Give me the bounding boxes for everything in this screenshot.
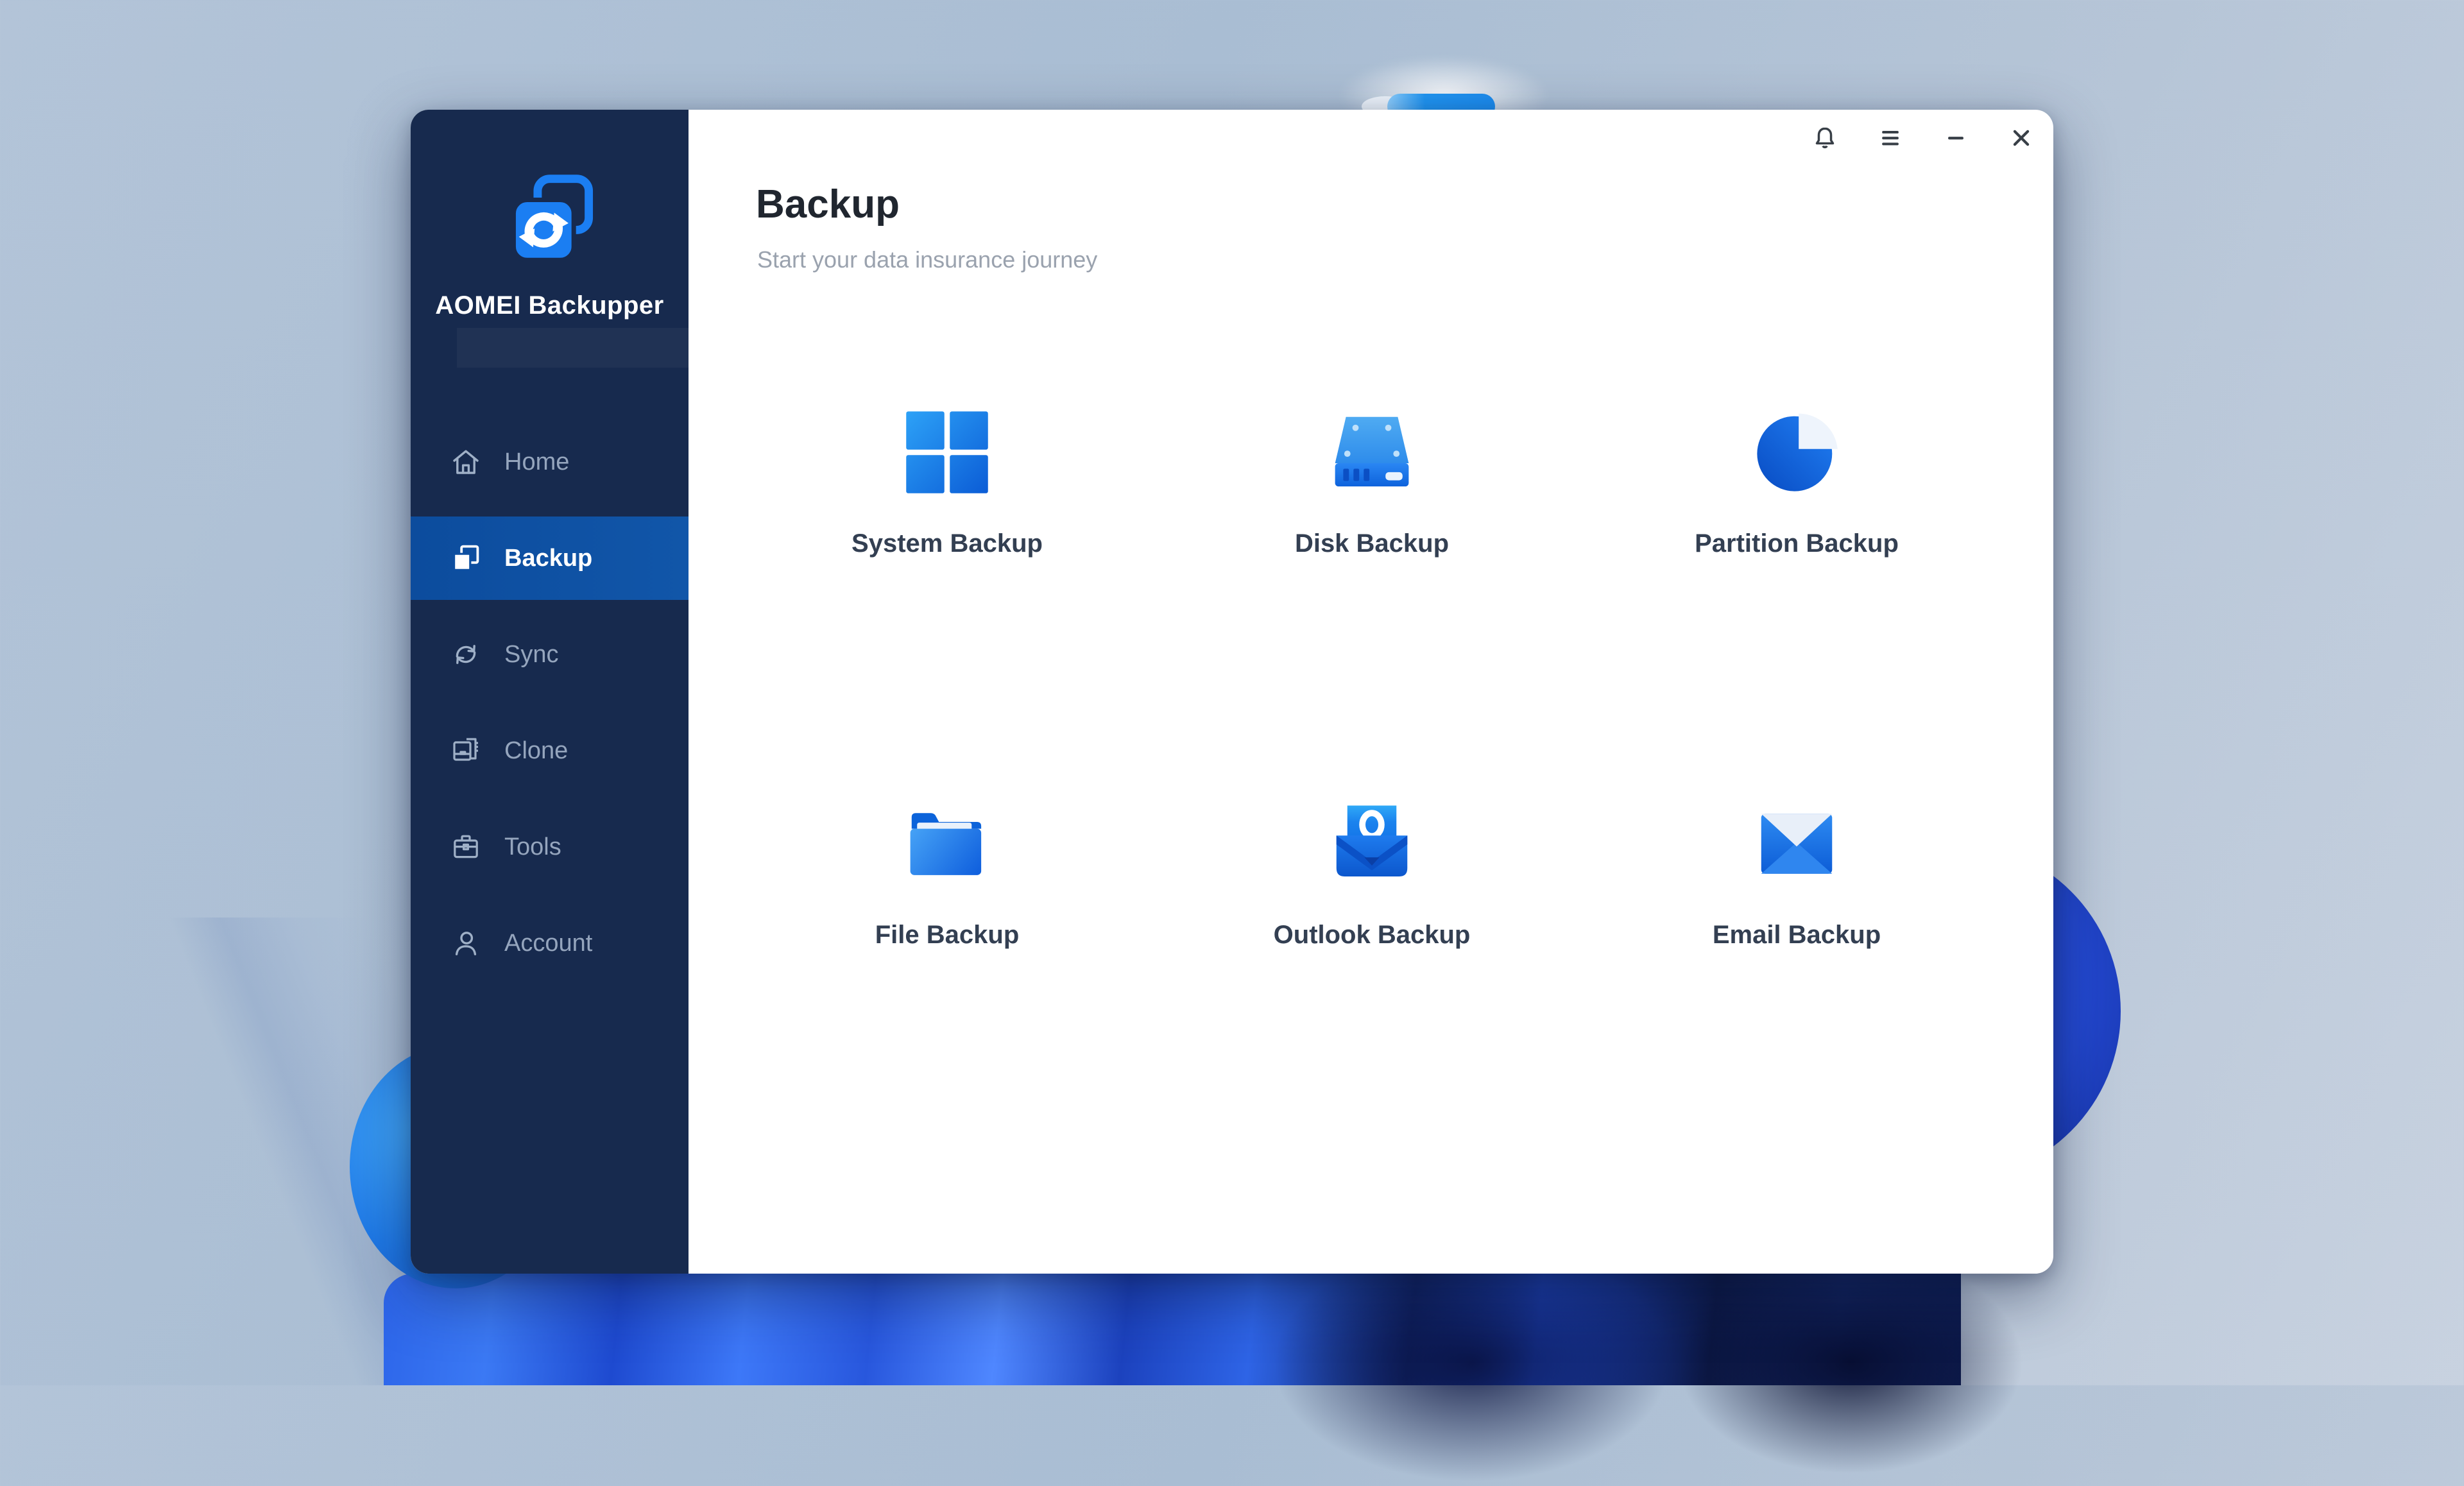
titlebar-controls	[1807, 121, 2039, 157]
sidebar-item-label: Clone	[504, 737, 569, 764]
sidebar-item-sync[interactable]: Sync	[411, 613, 689, 696]
edition-strip	[457, 328, 689, 368]
sidebar-nav: Home Backup Sync Clone Tools Account	[411, 420, 689, 998]
tile-disk-backup[interactable]: Disk Backup	[1231, 409, 1513, 558]
tile-partition-backup[interactable]: Partition Backup	[1656, 409, 1938, 558]
sidebar-item-label: Home	[504, 448, 570, 475]
tile-outlook-backup[interactable]: Outlook Backup	[1231, 800, 1513, 950]
tile-file-backup[interactable]: File Backup	[806, 800, 1088, 950]
sync-icon	[450, 639, 481, 670]
aomei-sync-logo-icon	[503, 171, 599, 268]
sidebar-item-clone[interactable]: Clone	[411, 709, 689, 792]
toolbox-icon	[450, 832, 481, 862]
page-subtitle: Start your data insurance journey	[757, 246, 1098, 273]
pie-partition-icon	[1753, 409, 1840, 496]
sidebar-item-home[interactable]: Home	[411, 420, 689, 504]
close-button[interactable]	[2003, 121, 2039, 157]
tile-label: Disk Backup	[1294, 529, 1450, 558]
folder-icon	[903, 800, 991, 887]
minimize-icon	[1942, 124, 1970, 155]
app-name: AOMEI Backupper	[435, 291, 664, 320]
hamburger-icon	[1876, 124, 1904, 155]
windows-grid-icon	[903, 409, 991, 496]
home-icon	[450, 447, 481, 477]
tile-label: Outlook Backup	[1273, 921, 1471, 949]
hard-disk-icon	[1328, 409, 1416, 496]
sidebar-item-tools[interactable]: Tools	[411, 805, 689, 889]
sidebar-item-label: Tools	[504, 833, 561, 860]
tile-label: Email Backup	[1712, 921, 1881, 949]
sidebar-item-label: Backup	[504, 544, 593, 572]
person-icon	[450, 928, 481, 959]
sidebar-item-backup[interactable]: Backup	[411, 517, 689, 600]
backup-icon	[450, 543, 481, 574]
minimize-button[interactable]	[1938, 121, 1974, 157]
notification-bell-button[interactable]	[1807, 121, 1843, 157]
sidebar-item-label: Account	[504, 929, 593, 957]
aomei-backupper-window: AOMEI Backupper Home Backup Sync Clone T…	[411, 110, 2053, 1274]
main-content: Backup Start your data insurance journey…	[689, 110, 2053, 1274]
menu-button[interactable]	[1872, 121, 1908, 157]
tile-label: File Backup	[875, 921, 1020, 949]
tile-label: System Backup	[851, 529, 1043, 558]
outlook-envelope-icon	[1328, 800, 1416, 887]
sidebar: AOMEI Backupper Home Backup Sync Clone T…	[411, 110, 689, 1274]
sidebar-item-label: Sync	[504, 640, 559, 668]
sidebar-item-account[interactable]: Account	[411, 901, 689, 985]
email-envelope-icon	[1753, 800, 1840, 887]
clone-icon	[450, 735, 481, 766]
page-title: Backup	[756, 182, 900, 226]
close-icon	[2007, 124, 2035, 155]
tile-email-backup[interactable]: Email Backup	[1656, 800, 1938, 950]
bell-icon	[1811, 124, 1839, 155]
tile-label: Partition Backup	[1695, 529, 1899, 558]
tile-system-backup[interactable]: System Backup	[806, 409, 1088, 558]
wallpaper-bloom-petals	[384, 1240, 2024, 1486]
